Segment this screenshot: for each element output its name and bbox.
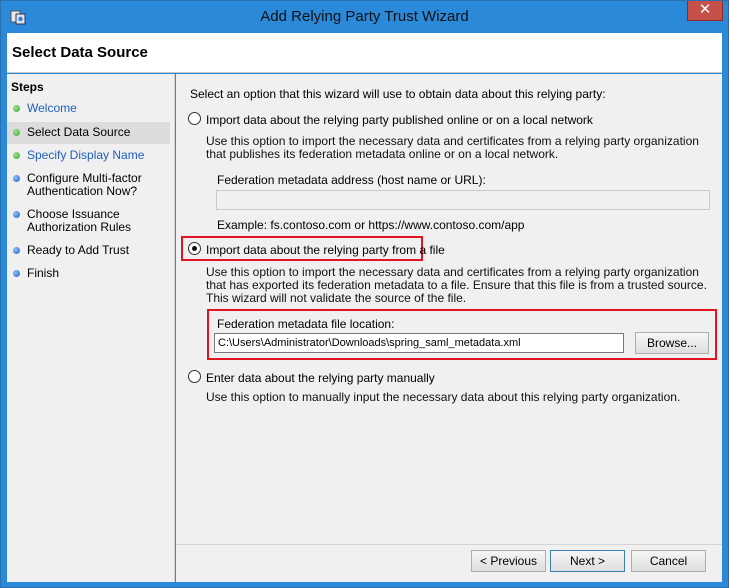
step-label: Specify Display Name (27, 148, 145, 162)
option-manual-description: Use this option to manually input the ne… (206, 390, 681, 404)
radio-enter-manually[interactable] (188, 370, 201, 383)
page-header: Select Data Source (7, 33, 722, 73)
metadata-address-label: Federation metadata address (host name o… (217, 173, 486, 187)
metadata-address-input[interactable] (216, 190, 710, 210)
window-title: Add Relying Party Trust Wizard (260, 8, 469, 25)
main-panel: Select an option that this wizard will u… (176, 74, 722, 582)
metadata-file-label: Federation metadata file location: (217, 317, 395, 331)
step-status-pending-icon (13, 211, 20, 218)
radio-import-file[interactable] (188, 242, 201, 255)
step-label: Ready to Add Trust (27, 243, 130, 257)
browse-button[interactable]: Browse... (635, 332, 709, 354)
intro-text: Select an option that this wizard will u… (190, 87, 606, 101)
step-select-data-source[interactable]: Select Data Source (7, 122, 170, 144)
step-label: Select Data Source (27, 125, 131, 139)
step-finish[interactable]: Finish (7, 267, 170, 283)
steps-heading: Steps (11, 80, 44, 94)
step-welcome[interactable]: Welcome (7, 102, 170, 118)
step-label: Choose Issuance Authorization Rules (27, 207, 132, 234)
next-button[interactable]: Next > (550, 550, 625, 572)
step-status-pending-icon (13, 247, 20, 254)
option-manual-label[interactable]: Enter data about the relying party manua… (206, 371, 435, 385)
option-online-description: Use this option to import the necessary … (206, 134, 699, 161)
step-status-complete-icon (13, 152, 20, 159)
step-status-pending-icon (13, 270, 20, 277)
step-status-complete-icon (13, 129, 20, 136)
cancel-button[interactable]: Cancel (631, 550, 706, 572)
page-title: Select Data Source (12, 44, 148, 61)
footer-divider (176, 544, 722, 545)
step-status-pending-icon (13, 175, 20, 182)
option-file-label[interactable]: Import data about the relying party from… (206, 243, 445, 257)
radio-import-online[interactable] (188, 112, 201, 125)
title-bar[interactable]: Add Relying Party Trust Wizard ✕ (1, 1, 728, 33)
close-icon[interactable]: ✕ (687, 1, 723, 21)
option-file-description: Use this option to import the necessary … (206, 265, 707, 305)
step-label: Configure Multi-factor Authentication No… (27, 171, 142, 198)
wizard-window: Add Relying Party Trust Wizard ✕ Select … (0, 0, 729, 588)
step-issuance-authorization-rules[interactable]: Choose Issuance Authorization Rules (7, 208, 170, 236)
option-online-label[interactable]: Import data about the relying party publ… (206, 113, 593, 127)
previous-button[interactable]: < Previous (471, 550, 546, 572)
metadata-address-example: Example: fs.contoso.com or https://www.c… (217, 218, 525, 232)
metadata-file-input[interactable]: C:\Users\Administrator\Downloads\spring_… (214, 333, 624, 353)
step-label: Finish (27, 266, 60, 280)
step-ready-to-add-trust[interactable]: Ready to Add Trust (7, 244, 170, 260)
step-status-complete-icon (13, 105, 20, 112)
step-specify-display-name[interactable]: Specify Display Name (7, 149, 170, 165)
steps-panel: Steps Welcome Select Data Source Specify… (7, 74, 175, 582)
step-configure-mfa[interactable]: Configure Multi-factor Authentication No… (7, 172, 170, 200)
step-label: Welcome (27, 101, 77, 115)
